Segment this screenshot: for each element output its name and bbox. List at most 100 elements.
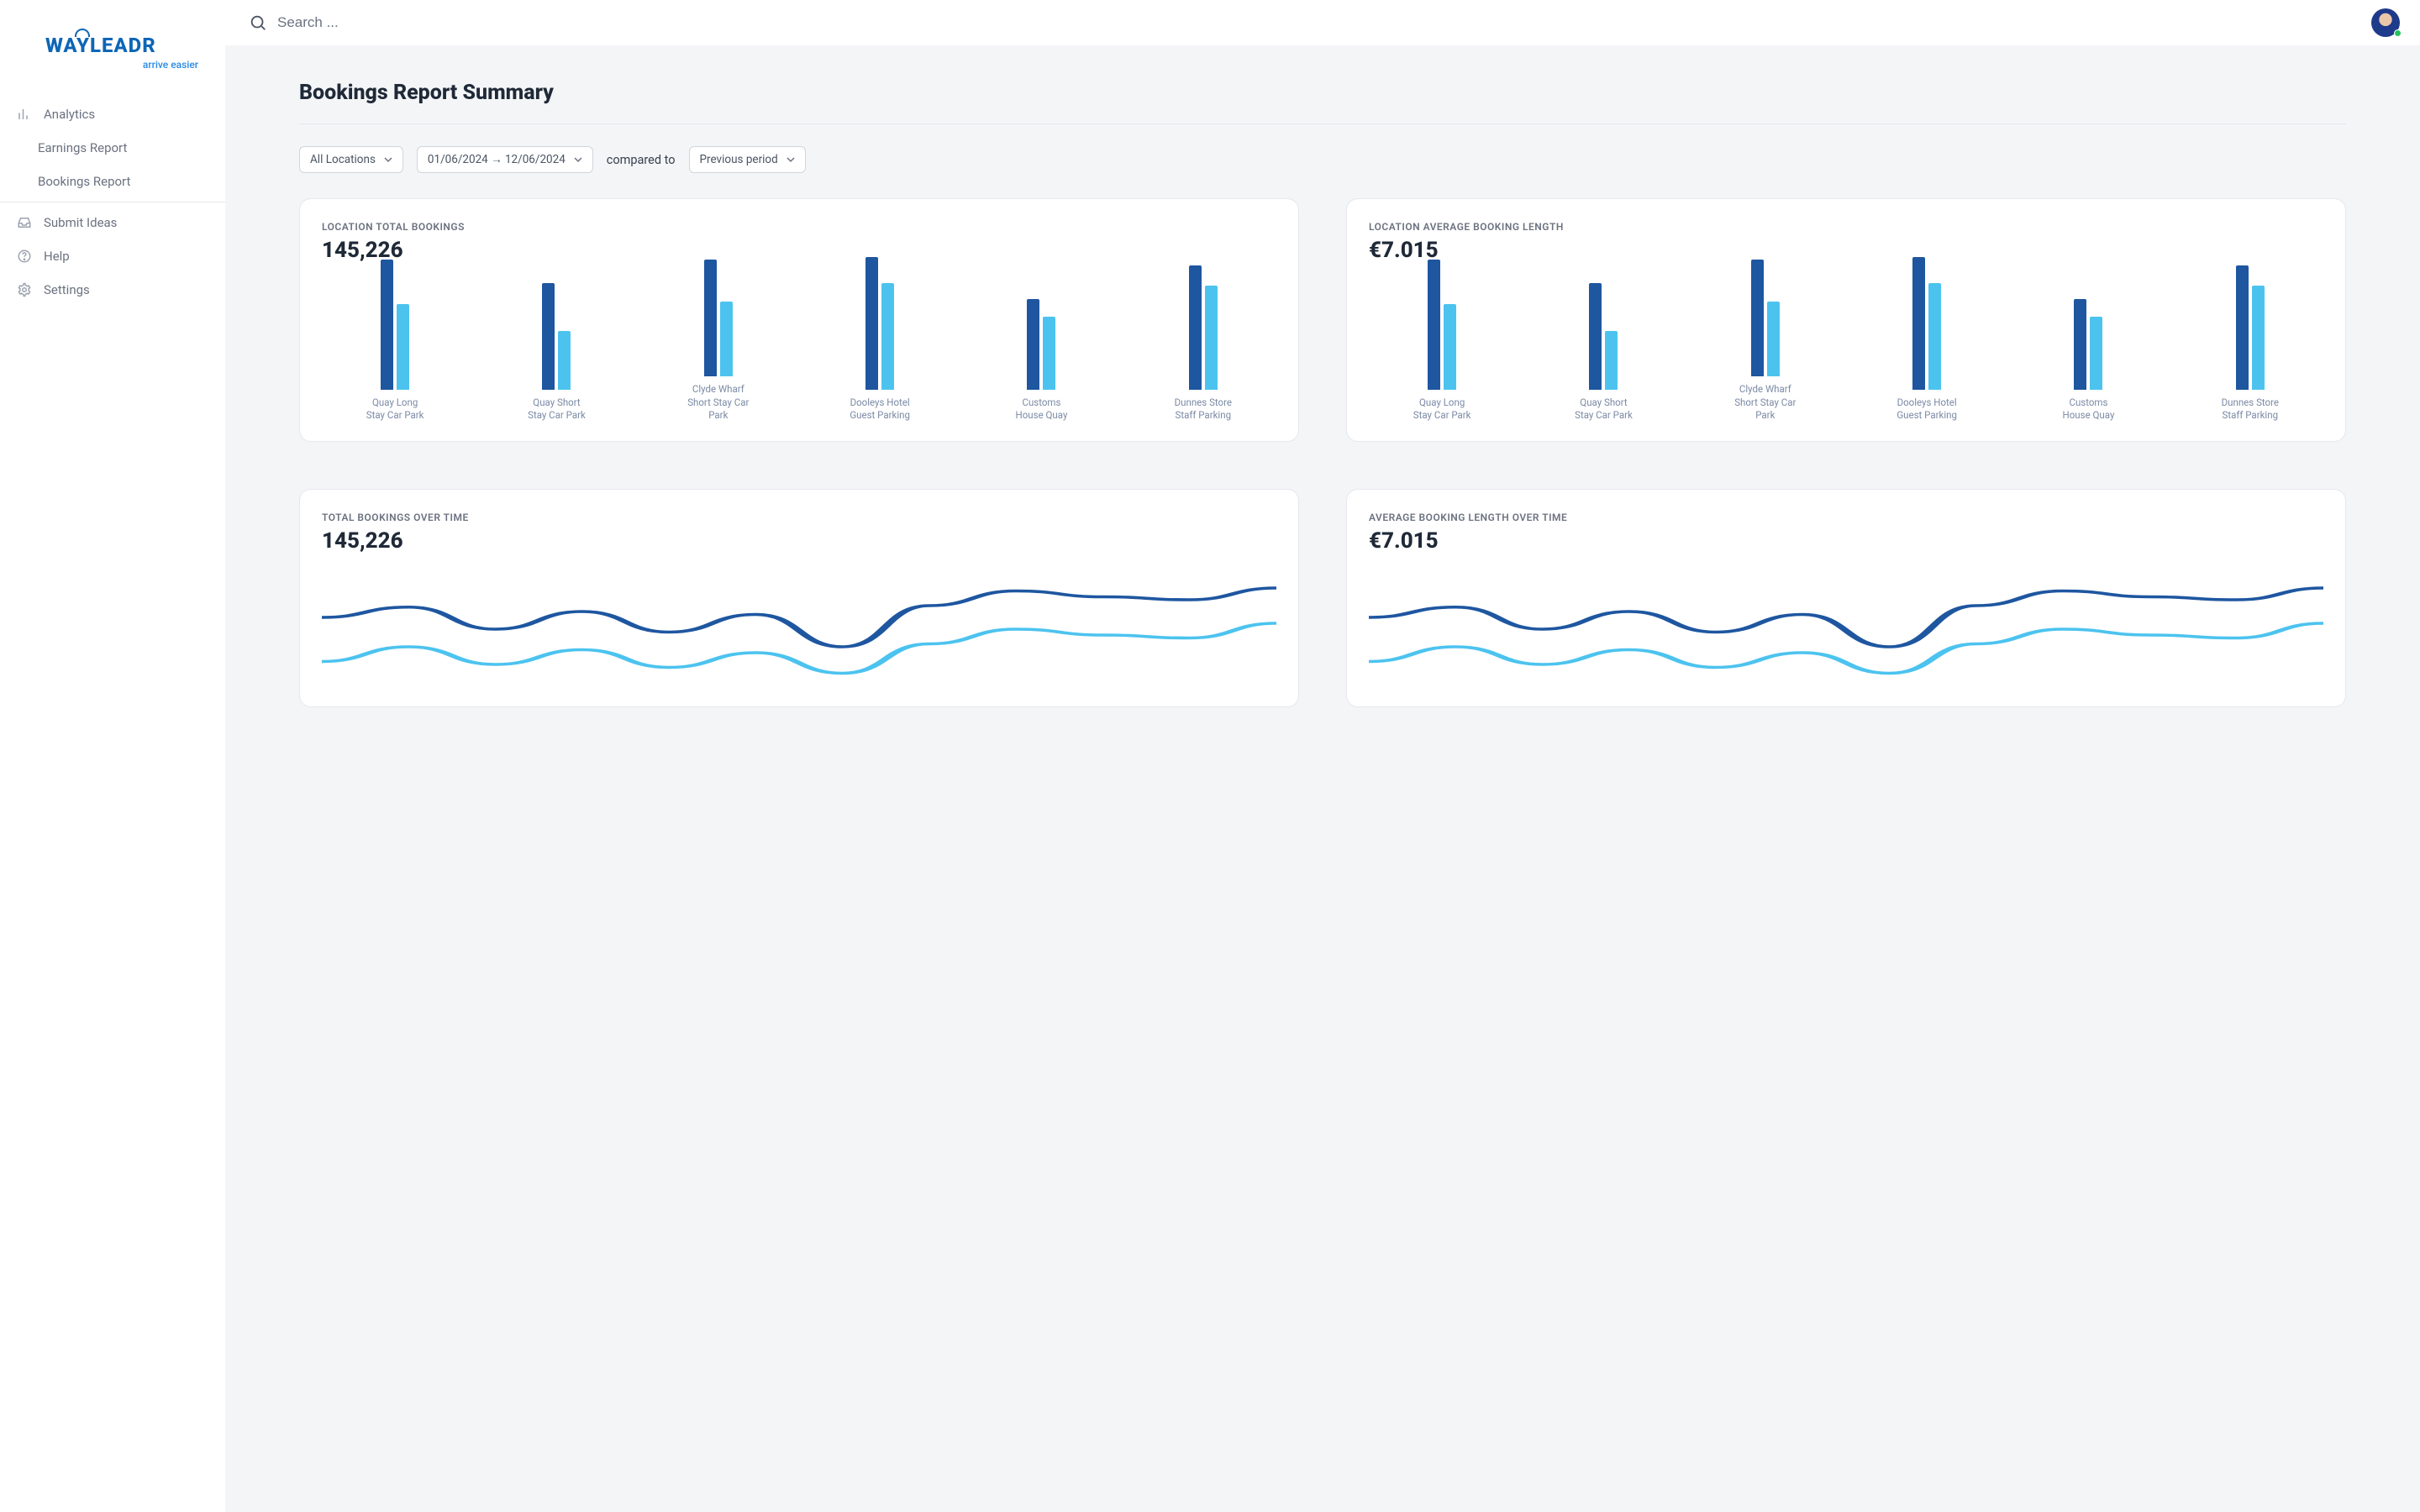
bar-label: Dooleys Hotel Guest Parking — [1894, 396, 1960, 423]
chevron-down-icon — [786, 155, 795, 164]
bar-current — [1428, 260, 1440, 390]
card-title: LOCATION TOTAL BOOKINGS — [322, 221, 1276, 233]
sidebar: WAYLEADR arrive easier Analytics Earning… — [0, 0, 225, 1512]
avatar-face-icon — [2375, 13, 2396, 33]
bar-previous — [720, 302, 733, 377]
card-total-over-time: TOTAL BOOKINGS OVER TIME 145,226 — [299, 489, 1299, 707]
line-current — [322, 588, 1276, 647]
sidebar-label: Bookings Report — [38, 174, 130, 189]
bar-label: Quay Long Stay Car Park — [362, 396, 428, 423]
bar-previous — [881, 283, 894, 390]
card-location-total-bookings: LOCATION TOTAL BOOKINGS 145,226 Quay Lon… — [299, 198, 1299, 442]
status-dot-icon — [2394, 29, 2402, 37]
brand-logo: WAYLEADR arrive easier — [0, 34, 225, 97]
sidebar-item-analytics[interactable]: Analytics — [0, 97, 225, 131]
bar-pair — [2236, 247, 2265, 390]
bar-label: Quay Long Stay Car Park — [1409, 396, 1475, 423]
sidebar-label: Settings — [44, 282, 90, 297]
bar-group: Customs House Quay — [968, 247, 1114, 423]
logo-arc-icon — [75, 29, 90, 37]
linechart — [1369, 570, 2323, 688]
sidebar-item-earnings-report[interactable]: Earnings Report — [0, 131, 225, 165]
sidebar-item-submit-ideas[interactable]: Submit Ideas — [0, 206, 225, 239]
sidebar-item-settings[interactable]: Settings — [0, 273, 225, 307]
search-icon — [249, 13, 267, 32]
bar-label: Clyde Wharf Short Stay Car Park — [1733, 383, 1798, 423]
bar-group: Clyde Wharf Short Stay Car Park — [645, 234, 792, 423]
bar-pair — [1428, 247, 1456, 390]
gear-icon — [17, 282, 32, 297]
linechart — [322, 570, 1276, 688]
bar-pair — [704, 234, 733, 376]
bar-label: Dunnes Store Staff Parking — [1171, 396, 1236, 423]
bar-previous — [2090, 317, 2102, 390]
barchart: Quay Long Stay Car ParkQuay Short Stay C… — [322, 280, 1276, 423]
location-filter-value: All Locations — [310, 153, 376, 166]
date-range-filter[interactable]: 01/06/2024 → 12/06/2024 — [417, 146, 593, 173]
bar-pair — [542, 247, 571, 390]
bar-group: Quay Long Stay Car Park — [322, 247, 468, 423]
brand-tagline: arrive easier — [45, 59, 198, 71]
bar-chart-icon — [17, 107, 32, 122]
bar-current — [704, 260, 717, 376]
bar-group: Quay Long Stay Car Park — [1369, 247, 1515, 423]
sidebar-item-bookings-report[interactable]: Bookings Report — [0, 165, 225, 198]
bar-previous — [558, 331, 571, 390]
bar-label: Clyde Wharf Short Stay Car Park — [686, 383, 751, 423]
bar-current — [542, 283, 555, 390]
bar-pair — [865, 247, 894, 390]
bar-previous — [1205, 286, 1218, 390]
bar-previous — [1444, 304, 1456, 390]
card-value: 145,226 — [322, 528, 1276, 554]
card-title: TOTAL BOOKINGS OVER TIME — [322, 512, 1276, 523]
sidebar-nav: Analytics Earnings Report Bookings Repor… — [0, 97, 225, 307]
bar-pair — [1027, 247, 1055, 390]
bar-pair — [2074, 247, 2102, 390]
bar-current — [1751, 260, 1764, 376]
bar-group: Dooleys Hotel Guest Parking — [1854, 247, 2000, 423]
card-value: €7.015 — [1369, 528, 2323, 554]
help-circle-icon — [17, 249, 32, 264]
sidebar-label: Analytics — [44, 107, 95, 122]
bar-group: Dunnes Store Staff Parking — [2177, 247, 2323, 423]
user-avatar[interactable] — [2371, 8, 2400, 37]
compare-label: compared to — [607, 153, 676, 167]
compare-filter[interactable]: Previous period — [689, 146, 806, 173]
bar-group: Clyde Wharf Short Stay Car Park — [1692, 234, 1839, 423]
compare-value: Previous period — [700, 153, 778, 166]
bar-pair — [1589, 247, 1618, 390]
bar-group: Dunnes Store Staff Parking — [1130, 247, 1276, 423]
sidebar-item-help[interactable]: Help — [0, 239, 225, 273]
bar-current — [2074, 299, 2086, 390]
location-filter[interactable]: All Locations — [299, 146, 403, 173]
topbar — [225, 0, 2420, 45]
line-svg — [1369, 570, 2323, 688]
divider — [299, 123, 2346, 124]
card-title: AVERAGE BOOKING LENGTH OVER TIME — [1369, 512, 2323, 523]
chevron-down-icon — [384, 155, 392, 164]
barchart: Quay Long Stay Car Park Quay Short Stay C… — [1369, 280, 2323, 423]
search — [249, 13, 2358, 32]
main: Bookings Report Summary All Locations 01… — [225, 0, 2420, 1512]
sidebar-label: Earnings Report — [38, 140, 127, 155]
bar-previous — [1928, 283, 1941, 390]
line-svg — [322, 570, 1276, 688]
card-location-avg-length: LOCATION AVERAGE BOOKING LENGTH €7.015 Q… — [1346, 198, 2346, 442]
bar-current — [1912, 257, 1925, 390]
bar-previous — [1767, 302, 1780, 377]
bar-pair — [1189, 247, 1218, 390]
bar-group: Quay Short Stay Car Park — [1530, 247, 1676, 423]
filter-bar: All Locations 01/06/2024 → 12/06/2024 co… — [299, 146, 2346, 173]
bar-label: Customs House Quay — [2055, 396, 2121, 423]
search-input[interactable] — [277, 14, 2358, 31]
bar-current — [2236, 265, 2249, 390]
bar-current — [865, 257, 878, 390]
bar-label: Customs House Quay — [1008, 396, 1074, 423]
card-title: LOCATION AVERAGE BOOKING LENGTH — [1369, 221, 2323, 233]
brand-name: WAYLEADR — [45, 34, 156, 57]
bar-current — [381, 260, 393, 390]
sidebar-label: Help — [44, 249, 70, 264]
bar-label: Quay Short Stay Car Park — [1570, 396, 1636, 423]
bar-label: Dunnes Store Staff Parking — [2217, 396, 2283, 423]
content: Bookings Report Summary All Locations 01… — [225, 45, 2420, 1512]
